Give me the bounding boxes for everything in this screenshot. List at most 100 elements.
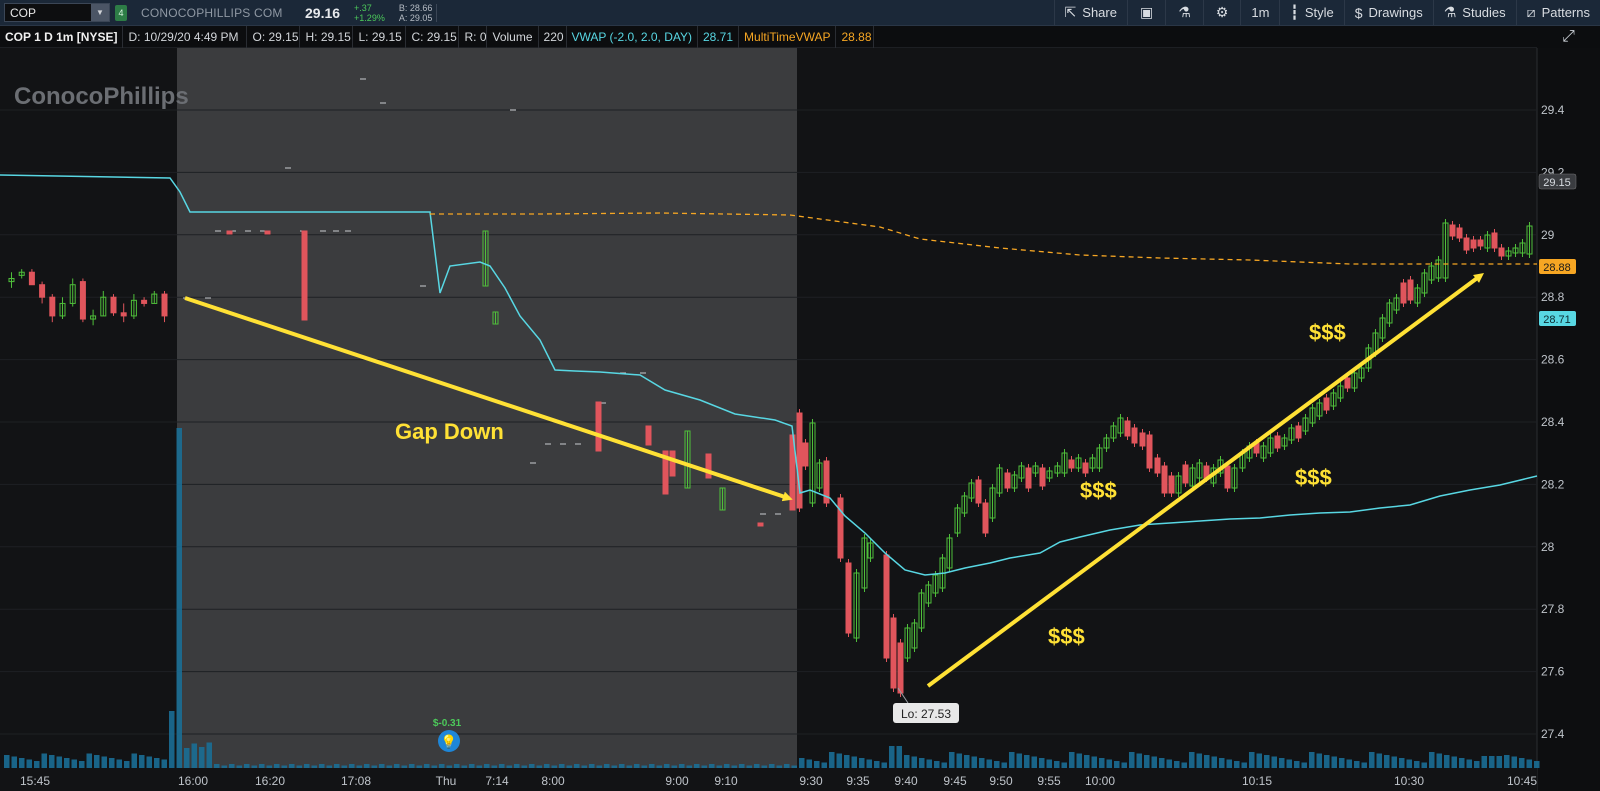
volume-bar [926,759,932,768]
volume-bar [1121,762,1127,768]
patterns-icon: ⧄ [1526,4,1536,20]
expand-chart-button[interactable]: ⤢ [1537,26,1600,48]
flask-icon: ⚗ [1178,4,1191,20]
volume-bar [574,764,580,768]
volume-bar [769,764,775,768]
share-button[interactable]: ⇱ Share [1053,0,1127,25]
drawings-button[interactable]: $ Drawings [1343,0,1433,25]
volume-bar [56,756,62,768]
volume-bar [844,755,850,768]
volume-bar [694,764,700,768]
candle-body [1449,224,1456,237]
symbol-input[interactable]: COP ▼ [4,3,110,22]
settings-button[interactable]: ⚙ [1202,0,1241,25]
candle-body [49,296,56,317]
volume-bar [1084,755,1090,768]
volume-bar [236,765,242,768]
volume-bar [1211,756,1217,768]
volume-bar [424,764,430,768]
volume-bar [1459,758,1465,768]
price-chart[interactable]: ConocoPhillips Gap Down $$$ $$$ $$$ $$$ … [0,48,1600,791]
bid-ask: B: 28.66 A: 29.05 [399,3,433,23]
svg-text:💡: 💡 [441,734,457,749]
patterns-button[interactable]: ⧄ Patterns [1515,0,1600,25]
volume-bar [1241,762,1247,768]
volume-label[interactable]: Volume [487,25,539,48]
volume-bar [161,759,167,768]
bar-open: O: 29.15 [247,25,301,48]
volume-bar [589,764,595,768]
volume-bar [1234,761,1240,768]
volume-bar [1069,752,1075,768]
volume-value: 220 [539,25,567,48]
candle-body [1491,232,1498,249]
volume-bar [169,711,175,768]
volume-bar [206,742,212,768]
volume-bar [1189,752,1195,768]
volume-bar [521,765,527,768]
volume-bar [641,765,647,768]
volume-bar [41,753,47,768]
volume-bar [1129,752,1135,768]
chevron-down-icon[interactable]: ▼ [91,4,109,21]
volume-bar [1061,762,1067,768]
bar-date: D: 10/29/20 4:49 PM [123,25,248,48]
snapshot-button[interactable]: ▣ [1126,0,1165,25]
volume-bar [49,755,55,768]
volume-bar [1489,756,1495,768]
link-group-badge[interactable]: 4 [115,4,127,21]
bar-close: C: 29.15 [406,25,460,48]
volume-bar [34,761,40,768]
ask-price: A: 29.05 [398,12,433,23]
volume-bar [919,758,925,768]
volume-bar [964,755,970,768]
studies-button[interactable]: ⚗ Studies [1432,0,1516,25]
volume-bar [1136,753,1142,768]
chart-canvas[interactable]: ConocoPhillips Gap Down $$$ $$$ $$$ $$$ … [0,48,1600,791]
vwap-study-label[interactable]: VWAP (-2.0, 2.0, DAY) [567,25,698,48]
volume-bar [1436,753,1442,768]
volume-bar [1504,755,1510,768]
volume-bar [619,764,625,768]
volume-bar [896,746,902,768]
gear-icon: ⚙ [1215,4,1229,20]
time-tick-label: 10:00 [1085,774,1115,788]
volume-bar [1076,753,1082,768]
volume-bar [529,764,535,768]
volume-bar [131,753,137,768]
volume-bar [1429,752,1435,768]
bid-price: B: 28.66 [398,2,433,13]
time-tick-label: 10:15 [1242,774,1272,788]
volume-bar [1279,758,1285,768]
candle-body [1182,464,1189,484]
volume-bar [274,764,280,768]
mtvwap-study-label[interactable]: MultiTimeVWAP [739,25,837,48]
volume-bar [949,752,955,768]
candle-body [264,230,271,235]
volume-bar [866,759,872,768]
timeframe-button[interactable]: 1m [1240,0,1279,25]
volume-bar [109,758,115,768]
volume-bar [994,761,1000,768]
candle-body [1131,427,1138,444]
volume-bar [821,762,827,768]
volume-bar [281,765,287,768]
style-button[interactable]: ┇ Style [1279,0,1343,25]
volume-bar [214,764,220,768]
volume-bar [409,764,415,768]
time-tick-label: 8:00 [541,774,565,788]
expand-icon: ⤢ [1562,28,1575,45]
net-change: +.37 [354,2,372,13]
mtvwap-price-tag: 28.88 [1543,262,1571,274]
candle-body [1124,420,1131,437]
volume-bar [1444,755,1450,768]
volume-bar [1106,759,1112,768]
candle-body [1068,459,1075,469]
price-tick-label: 28.4 [1541,415,1565,429]
volume-bar [1204,755,1210,768]
candle-body [1498,247,1505,257]
volume-bar [746,765,752,768]
volume-bar [611,765,617,768]
volume-bar [1534,761,1540,768]
lab-button[interactable]: ⚗ [1165,0,1203,25]
